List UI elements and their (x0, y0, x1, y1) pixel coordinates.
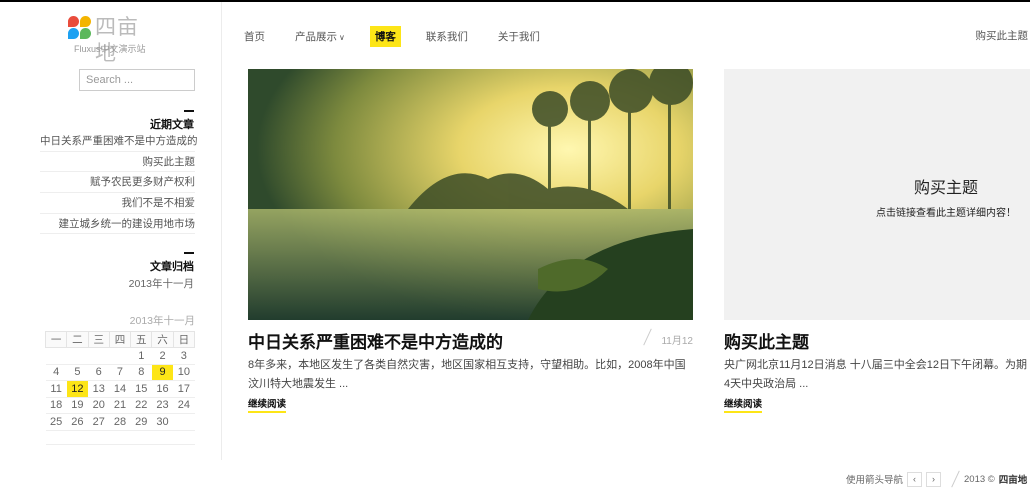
calendar-weekday: 日 (172, 331, 196, 348)
calendar: 2013年十一月 一二三四五六日 1 2 3 4 5 6 7 8 9 10 11 12 13 14 15 16… (44, 313, 196, 445)
calendar-day[interactable]: 10 (173, 364, 195, 381)
next-arrow-icon[interactable]: › (926, 471, 942, 487)
read-more-link[interactable]: 继续阅读 (248, 396, 287, 413)
calendar-day[interactable]: 6 (88, 364, 110, 381)
post-thumbnail[interactable] (248, 69, 693, 320)
copyright: 2013 © (964, 473, 995, 485)
read-more-link[interactable]: 继续阅读 (724, 396, 763, 413)
nav-item-contact[interactable]: 联系我们 (421, 26, 473, 47)
calendar-empty (173, 430, 195, 445)
calendar-weekday: 三 (87, 331, 110, 348)
post-title[interactable]: 中日关系严重困难不是中方造成的 (248, 328, 503, 353)
calendar-day[interactable]: 5 (66, 364, 89, 381)
footer: 使用箭头导航 ‹ › 2013 © 四亩地 (846, 470, 1027, 488)
divider (951, 470, 960, 488)
calendar-caption: 2013年十一月 (129, 315, 195, 327)
calendar-day[interactable]: 29 (130, 413, 152, 431)
calendar-day[interactable]: 25 (45, 413, 67, 431)
promo-title: 购买主题 (914, 180, 979, 197)
prev-arrow-icon[interactable]: ‹ (907, 471, 923, 487)
calendar-empty (88, 430, 110, 445)
nav-item-about[interactable]: 关于我们 (493, 26, 545, 47)
calendar-day (109, 347, 131, 365)
calendar-weekday: 二 (66, 331, 89, 348)
footer-brand[interactable]: 四亩地 (999, 472, 1028, 486)
nav-item-blog[interactable]: 博客 (369, 25, 401, 47)
post-title[interactable]: 购买此主题 (724, 328, 809, 353)
calendar-day[interactable]: 16 (151, 380, 174, 398)
calendar-day[interactable]: 19 (66, 397, 89, 414)
chevron-down-icon: ∨ (339, 32, 345, 42)
post-card: 中日关系严重困难不是中方造成的 11月12 8年多来，本地区发生了各类自然灾害，… (248, 69, 693, 413)
calendar-day (66, 347, 89, 365)
search-input[interactable] (79, 69, 195, 91)
post-excerpt: 央广网北京11月12日消息 十八届三中全会12日下午闭幕。为期4天中央政治局 .… (724, 359, 1027, 390)
calendar-day[interactable]: 12 (66, 380, 89, 398)
calendar-day (88, 347, 110, 365)
main-nav: 首页 产品展示 ∨ 博客 联系我们 关于我们 (239, 22, 565, 50)
sidebar: 四亩地 Fluxus中文演示站 近期文章 中日关系严重困难不是中方造成的 购买此… (0, 2, 222, 460)
calendar-day[interactable]: 8 (130, 364, 152, 381)
calendar-day[interactable]: 21 (109, 397, 131, 414)
calendar-day[interactable]: 1 (130, 347, 152, 365)
buy-theme-link[interactable]: 购买此主题 (976, 28, 1029, 43)
calendar-empty (109, 430, 131, 445)
calendar-day[interactable]: 7 (109, 364, 131, 381)
calendar-day[interactable]: 9 (151, 364, 174, 381)
calendar-empty (130, 430, 152, 445)
calendar-weekday: 五 (130, 331, 153, 348)
recent-posts-list: 中日关系严重困难不是中方造成的 购买此主题 赋予农民更多财产权利 我们不是不相爱… (40, 131, 198, 235)
calendar-day[interactable]: 2 (151, 347, 174, 365)
calendar-day[interactable]: 26 (66, 413, 89, 431)
calendar-day[interactable]: 22 (130, 397, 152, 414)
clover-logo-icon (68, 16, 92, 40)
post-excerpt: 8年多来，本地区发生了各类自然灾害，地区国家相互支持，守望相助。比如，2008年… (248, 359, 686, 390)
site-tagline: Fluxus中文演示站 (74, 44, 146, 54)
calendar-day (45, 347, 67, 365)
calendar-day[interactable]: 18 (45, 397, 67, 414)
site-logo[interactable]: 四亩地 Fluxus中文演示站 (68, 14, 158, 65)
calendar-day[interactable]: 24 (173, 397, 195, 414)
calendar-day[interactable]: 30 (151, 413, 174, 431)
calendar-weekday: 六 (151, 331, 174, 348)
calendar-day (173, 413, 195, 431)
calendar-day[interactable]: 3 (173, 347, 195, 365)
recent-post-link[interactable]: 购买此主题 (40, 152, 195, 173)
calendar-day[interactable]: 15 (130, 380, 152, 398)
calendar-weekday: 一 (44, 331, 68, 348)
recent-post-link[interactable]: 中日关系严重困难不是中方造成的 (40, 131, 198, 152)
site-name: 四亩地 (95, 15, 139, 65)
nav-item-home[interactable]: 首页 (239, 26, 270, 47)
calendar-day[interactable]: 11 (45, 380, 67, 398)
arrow-nav-hint: 使用箭头导航 (846, 475, 904, 486)
calendar-day[interactable]: 17 (173, 380, 195, 398)
calendar-empty (151, 430, 174, 445)
nav-item-products-label: 产品展示 (295, 30, 337, 43)
archive-link[interactable]: 2013年十一月 (129, 276, 194, 291)
calendar-day[interactable]: 27 (88, 413, 110, 431)
promo-box[interactable]: 购买主题 点击链接查看此主题详细内容！ (724, 69, 1030, 320)
recent-post-link[interactable]: 建立城乡统一的建设用地市场 (40, 214, 195, 235)
recent-post-link[interactable]: 赋予农民更多财产权利 (40, 172, 195, 194)
post-date: 11月12 (645, 332, 693, 347)
recent-post-link[interactable]: 我们不是不相爱 (40, 193, 195, 214)
calendar-day[interactable]: 14 (109, 380, 131, 398)
calendar-empty (45, 430, 67, 445)
calendar-empty (66, 430, 89, 445)
calendar-day[interactable]: 13 (88, 380, 110, 398)
calendar-day[interactable]: 23 (151, 397, 174, 414)
calendar-day[interactable]: 20 (88, 397, 110, 414)
calendar-table: 一二三四五六日 1 2 3 4 5 6 7 8 9 10 11 12 13 14 15 16 17 18 19 20 2… (44, 331, 196, 445)
recent-posts-title: 近期文章 (150, 110, 194, 132)
post-card: 购买主题 点击链接查看此主题详细内容！ 购买此主题 央广网北京11月12日消息 … (724, 69, 1030, 413)
calendar-day[interactable]: 28 (109, 413, 131, 431)
calendar-day[interactable]: 4 (45, 364, 67, 381)
archive-title: 文章归档 (150, 252, 194, 274)
calendar-weekday: 四 (108, 331, 132, 348)
promo-subtitle: 点击链接查看此主题详细内容！ (876, 208, 1016, 219)
nav-item-products[interactable]: 产品展示 ∨ (290, 26, 350, 47)
